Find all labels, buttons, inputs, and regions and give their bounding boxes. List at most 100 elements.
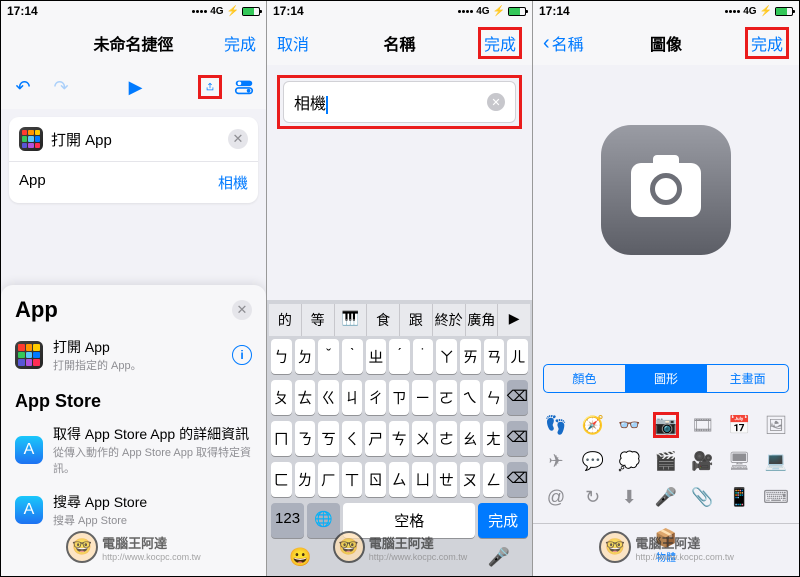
key[interactable]: ㄔ <box>365 380 386 415</box>
settings-toggle-icon[interactable] <box>232 75 256 99</box>
key[interactable]: ㄐ <box>342 380 363 415</box>
download-icon[interactable]: ⬇ <box>616 484 642 510</box>
key[interactable]: ㄟ <box>460 380 481 415</box>
key[interactable]: ㄩ <box>412 462 433 497</box>
key[interactable]: ㄥ <box>483 462 504 497</box>
key[interactable]: ㄧ <box>412 380 433 415</box>
key[interactable]: ㄢ <box>484 339 505 374</box>
key[interactable]: ㄉ <box>295 339 316 374</box>
key[interactable]: ㄗ <box>389 380 410 415</box>
info-icon[interactable]: i <box>232 345 252 365</box>
key[interactable]: ㄒ <box>342 462 363 497</box>
key[interactable]: ㄤ <box>483 421 504 456</box>
key[interactable]: ㄛ <box>436 380 457 415</box>
name-input[interactable]: 相機 ✕ <box>283 81 516 123</box>
reload-icon[interactable]: ↻ <box>580 484 606 510</box>
key[interactable]: ㄘ <box>389 421 410 456</box>
key[interactable]: ㄡ <box>460 462 481 497</box>
monitor-icon[interactable]: 🖥 <box>726 448 752 474</box>
footprints-icon[interactable]: 👣 <box>543 412 569 438</box>
suggestion[interactable]: ▶ <box>498 304 530 336</box>
key[interactable]: ㄋ <box>295 421 316 456</box>
key[interactable]: ㄑ <box>342 421 363 456</box>
film-icon[interactable]: 🎞 <box>690 412 716 438</box>
drawer-close-button[interactable]: ✕ <box>232 300 252 320</box>
key[interactable]: ㄆ <box>271 380 292 415</box>
share-icon[interactable] <box>198 75 222 99</box>
done-button[interactable]: 完成 <box>745 27 789 59</box>
key[interactable]: ㄜ <box>436 421 457 456</box>
undo-icon[interactable]: ↶ <box>11 75 35 99</box>
laptop-icon[interactable]: 💻 <box>763 448 789 474</box>
keyboard-icon[interactable]: ⌨ <box>763 484 789 510</box>
key[interactable]: ㄅ <box>271 339 292 374</box>
key[interactable]: ㄞ <box>460 339 481 374</box>
suggestion[interactable]: 終於 <box>433 304 466 336</box>
done-button[interactable]: 完成 <box>478 27 522 59</box>
suggestion[interactable]: 等 <box>302 304 335 336</box>
key[interactable]: ㄖ <box>365 462 386 497</box>
cancel-button[interactable]: 取消 <box>277 31 309 55</box>
at-icon[interactable]: @ <box>543 484 569 510</box>
film-roll-icon[interactable]: 🎬 <box>653 448 679 474</box>
action-search-appstore[interactable]: A 搜尋 App Store 搜尋 App Store <box>1 484 266 536</box>
key-done[interactable]: 完成 <box>478 503 528 538</box>
suggestion[interactable]: 食 <box>367 304 400 336</box>
mic-icon[interactable]: 🎤 <box>488 547 510 568</box>
segment-home[interactable]: 主畫面 <box>706 365 788 392</box>
key[interactable]: ㄎ <box>318 421 339 456</box>
remove-action-button[interactable]: ✕ <box>228 129 248 149</box>
key[interactable]: ㄝ <box>436 462 457 497</box>
chat-icon[interactable]: 💭 <box>616 448 642 474</box>
key[interactable]: ˙ <box>413 339 434 374</box>
binoculars-icon[interactable]: 👓 <box>616 412 642 438</box>
speech-icon[interactable]: 💬 <box>580 448 606 474</box>
phone-icon[interactable]: 📱 <box>726 484 752 510</box>
play-icon[interactable]: ▶ <box>124 75 148 99</box>
tab-objects[interactable]: 📦 物體 <box>655 528 677 564</box>
key-globe[interactable]: 🌐 <box>307 503 340 538</box>
segment-color[interactable]: 顏色 <box>544 365 625 392</box>
mic-icon[interactable]: 🎤 <box>653 484 679 510</box>
key-space[interactable]: 空格 <box>343 503 475 538</box>
emoji-icon[interactable]: 😀 <box>289 547 311 568</box>
key[interactable]: ㄚ <box>436 339 457 374</box>
key[interactable]: ㄇ <box>271 421 292 456</box>
key-backspace[interactable]: ⌫ <box>507 380 528 415</box>
segment-glyph[interactable]: 圖形 <box>625 365 707 392</box>
paper-plane-icon[interactable]: ✈ <box>543 448 569 474</box>
key[interactable]: ㄏ <box>318 462 339 497</box>
key[interactable]: ㄊ <box>295 380 316 415</box>
suggestion[interactable]: 🎹 <box>335 304 368 336</box>
paperclip-icon[interactable]: 📎 <box>690 484 716 510</box>
suggestion[interactable]: 的 <box>269 304 302 336</box>
done-button[interactable]: 完成 <box>224 31 256 55</box>
key[interactable]: ㄦ <box>507 339 528 374</box>
calendar-icon[interactable]: 📅 <box>726 412 752 438</box>
back-button[interactable]: ‹名稱 <box>543 31 584 55</box>
suggestion[interactable]: 跟 <box>400 304 433 336</box>
key[interactable]: ㄌ <box>295 462 316 497</box>
video-icon[interactable]: 🎥 <box>690 448 716 474</box>
key[interactable]: ˋ <box>342 339 363 374</box>
key-backspace[interactable]: ⌫ <box>507 462 528 497</box>
clear-input-button[interactable]: ✕ <box>487 93 505 111</box>
key[interactable]: ㄓ <box>366 339 387 374</box>
key[interactable]: ˊ <box>389 339 410 374</box>
key[interactable]: ㄨ <box>412 421 433 456</box>
key[interactable]: ㄠ <box>460 421 481 456</box>
key[interactable]: ㄣ <box>483 380 504 415</box>
action-open-app[interactable]: 打開 App 打開指定的 App。 i <box>1 329 266 381</box>
key[interactable]: ㄍ <box>318 380 339 415</box>
suggestion[interactable]: 廣角 <box>466 304 499 336</box>
key[interactable]: ㄕ <box>365 421 386 456</box>
action-get-appstore-details[interactable]: A 取得 App Store App 的詳細資訊 從傳入動作的 App Stor… <box>1 416 266 484</box>
key[interactable]: ㄙ <box>389 462 410 497</box>
app-param-row[interactable]: App 相機 <box>9 161 258 203</box>
key[interactable]: ˇ <box>318 339 339 374</box>
key[interactable]: ㄈ <box>271 462 292 497</box>
key-backspace[interactable]: ⌫ <box>507 421 528 456</box>
image-icon[interactable]: 🖼 <box>763 412 789 438</box>
camera-icon[interactable]: 📷 <box>653 412 679 438</box>
compass-icon[interactable]: 🧭 <box>580 412 606 438</box>
